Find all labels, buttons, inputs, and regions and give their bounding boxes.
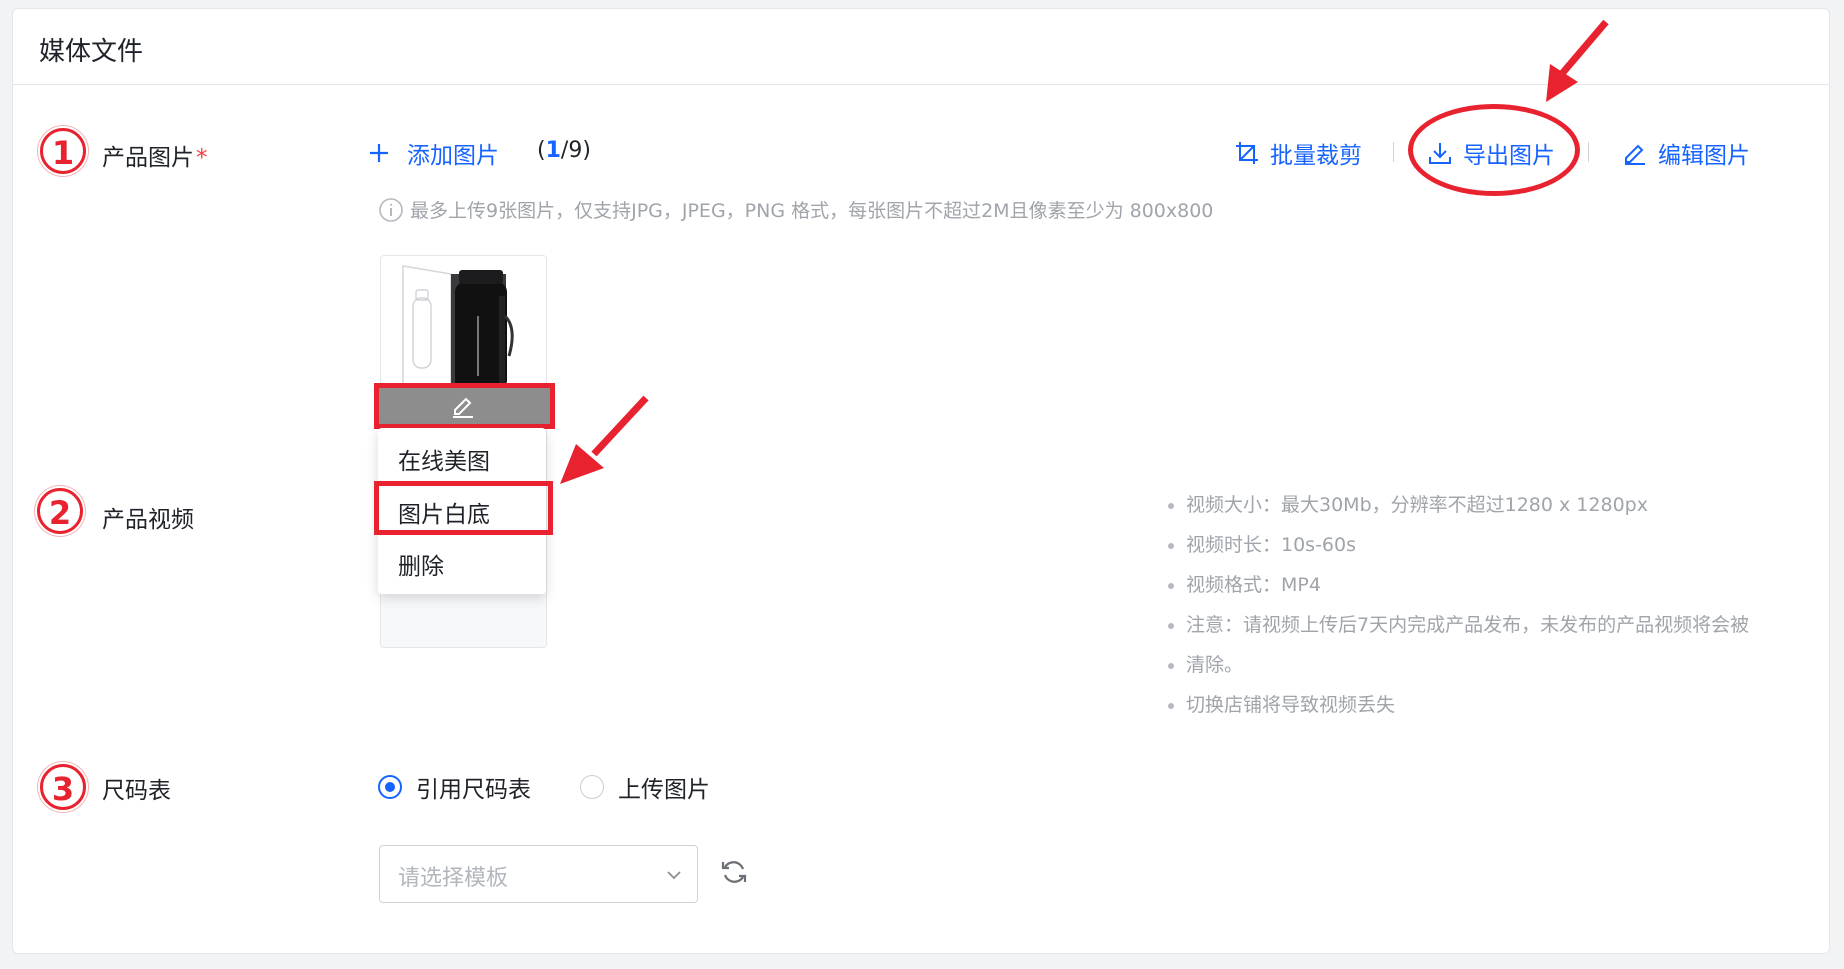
video-note-format: 视频格式：MP4 bbox=[1166, 565, 1766, 605]
step-3-badge: 3 bbox=[40, 764, 86, 810]
image-count: (1/9) bbox=[537, 138, 591, 163]
refresh-button[interactable] bbox=[720, 858, 748, 890]
template-select-placeholder: 请选择模板 bbox=[398, 866, 509, 891]
pencil-icon bbox=[1625, 144, 1645, 165]
product-images-label-text: 产品图片 bbox=[102, 145, 194, 171]
product-video-label: 产品视频 bbox=[102, 507, 194, 533]
plus-icon bbox=[370, 144, 388, 162]
upload-hint-text: 最多上传9张图片，仅支持JPG，JPEG，PNG 格式，每张图片不超过2M且像素… bbox=[410, 200, 1214, 222]
radio-upload-image[interactable]: 上传图片 bbox=[580, 770, 710, 804]
batch-crop-button[interactable]: 批量裁剪 bbox=[1234, 136, 1362, 170]
radio-use-size-chart[interactable]: 引用尺码表 bbox=[378, 770, 531, 804]
product-images-label: 产品图片* bbox=[102, 138, 208, 172]
video-note-size: 视频大小：最大30Mb，分辨率不超过1280 x 1280px bbox=[1166, 485, 1766, 525]
step-2-badge: 2 bbox=[37, 488, 83, 534]
refresh-icon bbox=[721, 861, 747, 883]
video-note-shop-switch: 切换店铺将导致视频丢失 bbox=[1166, 685, 1766, 725]
crop-icon bbox=[1236, 142, 1258, 164]
edit-images-button[interactable]: 编辑图片 bbox=[1622, 136, 1750, 170]
annotation-arrow-icon bbox=[560, 395, 649, 484]
menu-item-delete[interactable]: 删除 bbox=[398, 547, 444, 581]
size-chart-label: 尺码表 bbox=[102, 778, 171, 804]
menu-item-online-beautify[interactable]: 在线美图 bbox=[398, 442, 490, 476]
annotation-highlight-white-background bbox=[374, 481, 553, 535]
image-count-open: ( bbox=[537, 138, 546, 163]
chevron-down-icon bbox=[667, 871, 681, 880]
image-count-total: /9) bbox=[560, 138, 591, 163]
step-1-badge: 1 bbox=[40, 128, 86, 174]
add-image-label: 添加图片 bbox=[407, 143, 499, 169]
annotation-circle-export bbox=[1408, 104, 1580, 196]
template-select[interactable]: 请选择模板 bbox=[379, 845, 698, 903]
image-count-current: 1 bbox=[545, 138, 561, 163]
upload-hint: 最多上传9张图片，仅支持JPG，JPEG，PNG 格式，每张图片不超过2M且像素… bbox=[378, 196, 1213, 223]
toolbar-divider bbox=[1393, 142, 1394, 162]
video-requirements-list: 视频大小：最大30Mb，分辨率不超过1280 x 1280px 视频时长：10s… bbox=[1166, 485, 1766, 725]
radio-unchecked-icon bbox=[580, 775, 604, 799]
info-icon bbox=[379, 197, 403, 222]
video-note-duration: 视频时长：10s-60s bbox=[1166, 525, 1766, 565]
video-note-publish-cont: 清除。 bbox=[1166, 645, 1766, 685]
annotation-highlight-edit-bar bbox=[374, 383, 555, 429]
edit-images-label: 编辑图片 bbox=[1658, 143, 1750, 169]
section-title: 媒体文件 bbox=[39, 37, 144, 67]
batch-crop-label: 批量裁剪 bbox=[1270, 143, 1362, 169]
annotation-arrow-icon bbox=[1546, 19, 1609, 102]
toolbar-divider bbox=[1588, 142, 1589, 162]
radio-checked-icon bbox=[378, 775, 402, 799]
radio-use-size-chart-label: 引用尺码表 bbox=[416, 777, 531, 803]
add-image-button[interactable]: 添加图片 bbox=[367, 136, 499, 170]
radio-upload-image-label: 上传图片 bbox=[618, 777, 710, 803]
video-note-publish: 注意：请视频上传后7天内完成产品发布，未发布的产品视频将会被 bbox=[1166, 605, 1766, 645]
required-mark: * bbox=[196, 145, 208, 171]
